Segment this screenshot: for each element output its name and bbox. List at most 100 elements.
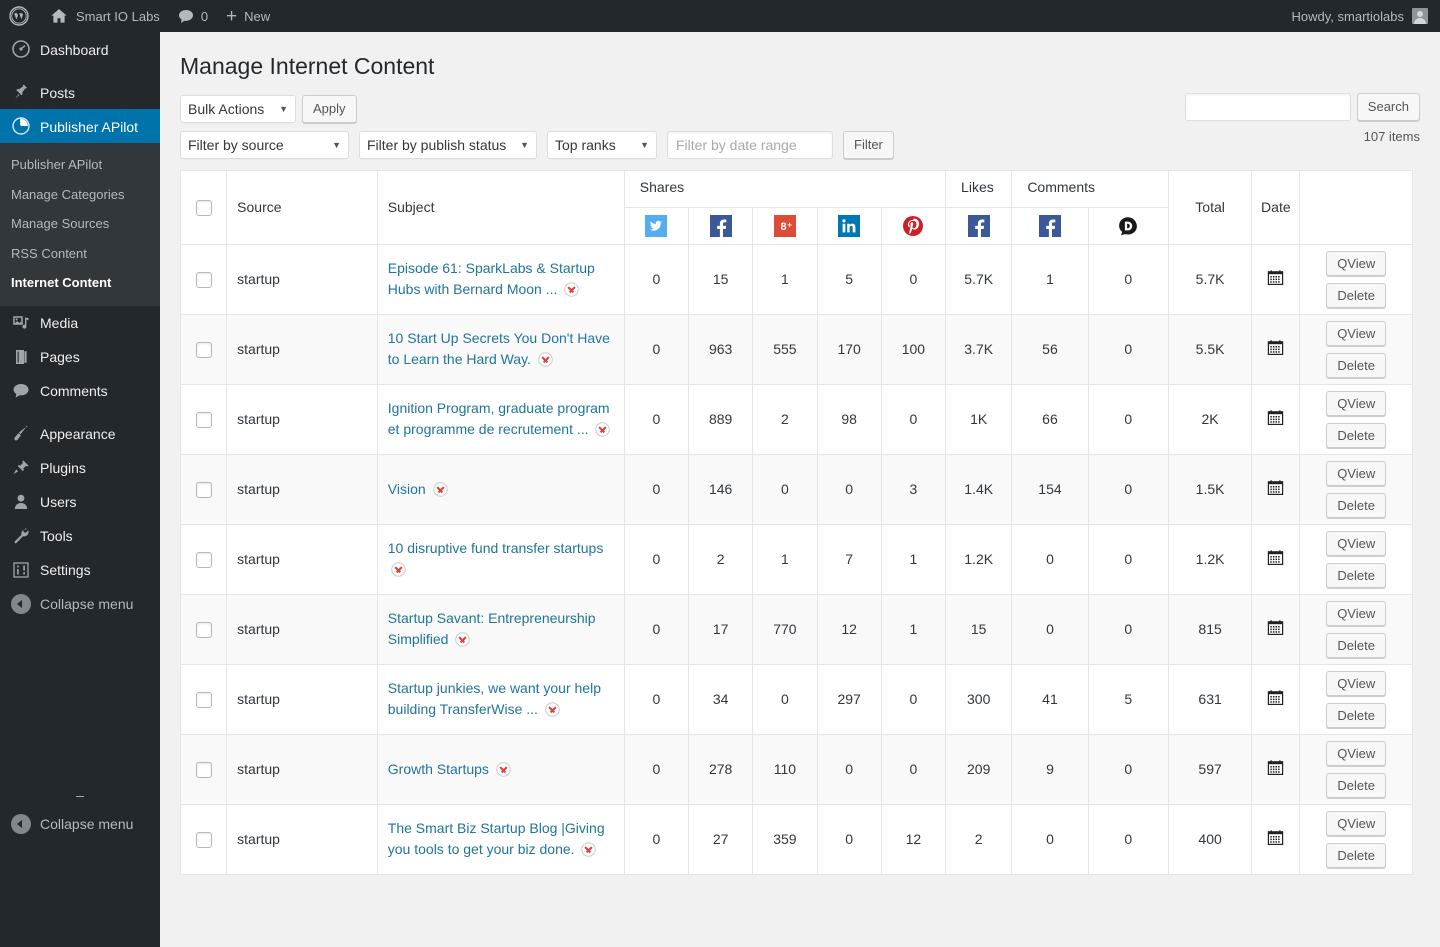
delete-button[interactable]: Delete bbox=[1326, 492, 1387, 518]
sidebar-item-dashboard[interactable]: Dashboard bbox=[0, 32, 160, 66]
delete-button[interactable]: Delete bbox=[1326, 632, 1387, 658]
subject-link[interactable]: The Smart Biz Startup Blog |Giving you t… bbox=[388, 820, 605, 857]
col-header-date[interactable]: Date bbox=[1251, 169, 1301, 245]
new-content-menu[interactable]: + New bbox=[217, 0, 279, 32]
sidebar-subitem-internet-content[interactable]: Internet Content bbox=[0, 268, 160, 298]
bulk-actions-select[interactable]: Bulk Actions bbox=[180, 94, 296, 123]
subject-link[interactable]: Ignition Program, graduate program et pr… bbox=[388, 400, 610, 437]
date-range-input[interactable] bbox=[667, 130, 833, 159]
remove-x-icon[interactable] bbox=[432, 482, 448, 497]
row-checkbox[interactable] bbox=[195, 692, 212, 709]
remove-x-icon[interactable] bbox=[545, 702, 560, 718]
sidebar-item-publisher-apilot[interactable]: Publisher APilot bbox=[0, 109, 168, 143]
delete-button[interactable]: Delete bbox=[1326, 772, 1387, 798]
col-header-total[interactable]: Total bbox=[1167, 169, 1253, 245]
sidebar-item-pages[interactable]: Pages bbox=[0, 340, 160, 374]
remove-x-icon[interactable] bbox=[391, 562, 406, 578]
remove-x-icon[interactable] bbox=[581, 842, 597, 858]
row-checkbox[interactable] bbox=[195, 342, 212, 359]
qview-button[interactable]: QView bbox=[1326, 460, 1387, 486]
remove-x-icon[interactable] bbox=[538, 352, 553, 368]
metric-header-facebook-likes[interactable] bbox=[945, 206, 1013, 245]
qview-button[interactable]: QView bbox=[1326, 530, 1387, 556]
calendar-icon[interactable] bbox=[1267, 479, 1284, 496]
calendar-icon[interactable] bbox=[1267, 409, 1284, 426]
remove-x-icon[interactable] bbox=[595, 422, 611, 438]
select-all-checkbox[interactable] bbox=[195, 200, 212, 217]
filter-source-select[interactable]: Filter by source bbox=[180, 130, 349, 159]
row-checkbox[interactable] bbox=[195, 552, 212, 569]
sidebar-item-comments[interactable]: Comments bbox=[0, 374, 160, 408]
sidebar-item-tools[interactable]: Tools bbox=[0, 519, 160, 553]
delete-button[interactable]: Delete bbox=[1326, 842, 1387, 868]
subject-link[interactable]: 10 disruptive fund transfer startups bbox=[388, 540, 604, 556]
metric-header-linkedin[interactable] bbox=[816, 206, 882, 245]
calendar-icon[interactable] bbox=[1267, 549, 1284, 566]
calendar-icon[interactable] bbox=[1267, 339, 1284, 356]
sidebar-subitem-publisher-apilot[interactable]: Publisher APilot bbox=[0, 150, 160, 180]
row-checkbox[interactable] bbox=[195, 762, 212, 779]
delete-button[interactable]: Delete bbox=[1326, 562, 1387, 588]
row-checkbox[interactable] bbox=[195, 832, 212, 849]
qview-button[interactable]: QView bbox=[1326, 600, 1387, 626]
sidebar-subitem-rss-content[interactable]: RSS Content bbox=[0, 239, 160, 269]
sidebar-subitem-manage-sources[interactable]: Manage Sources bbox=[0, 209, 160, 239]
subject-link[interactable]: Vision bbox=[388, 481, 426, 497]
remove-x-icon[interactable] bbox=[564, 282, 580, 298]
calendar-icon[interactable] bbox=[1267, 619, 1284, 636]
metric-header-facebook-shares[interactable] bbox=[687, 206, 754, 245]
metric-header-disqus[interactable] bbox=[1087, 206, 1169, 245]
calendar-icon[interactable] bbox=[1267, 689, 1284, 706]
row-checkbox[interactable] bbox=[195, 622, 212, 639]
delete-button[interactable]: Delete bbox=[1326, 422, 1387, 448]
remove-x-icon[interactable] bbox=[455, 632, 471, 648]
row-checkbox[interactable] bbox=[195, 412, 212, 429]
qview-button[interactable]: QView bbox=[1326, 740, 1387, 766]
sidebar-item-users[interactable]: Users bbox=[0, 485, 160, 519]
pie-chart-icon bbox=[12, 117, 30, 135]
delete-button[interactable]: Delete bbox=[1326, 702, 1387, 728]
subject-link[interactable]: Growth Startups bbox=[388, 761, 489, 777]
subject-link[interactable]: 10 Start Up Secrets You Don't Have to Le… bbox=[388, 330, 610, 367]
search-input[interactable] bbox=[1184, 92, 1351, 121]
col-header-subject[interactable]: Subject bbox=[376, 169, 625, 245]
row-checkbox[interactable] bbox=[195, 482, 212, 499]
metric-header-facebook-comments[interactable] bbox=[1011, 206, 1089, 245]
wp-logo-button[interactable] bbox=[0, 0, 40, 32]
qview-button[interactable]: QView bbox=[1326, 250, 1387, 276]
col-header-source[interactable]: Source bbox=[226, 169, 378, 245]
metric-header-twitter[interactable] bbox=[623, 206, 690, 245]
delete-button[interactable]: Delete bbox=[1326, 282, 1387, 308]
top-ranks-select[interactable]: Top ranks bbox=[547, 130, 657, 159]
site-name-menu[interactable]: Smart IO Labs bbox=[40, 0, 169, 32]
qview-button[interactable]: QView bbox=[1326, 810, 1387, 836]
metric-header-pinterest[interactable] bbox=[880, 206, 947, 245]
filter-button[interactable]: Filter bbox=[843, 130, 894, 159]
subject-link[interactable]: Startup Savant: Entrepreneurship Simplif… bbox=[388, 610, 596, 647]
my-account-menu[interactable]: Howdy, smartiolabs bbox=[1292, 8, 1440, 24]
remove-x-icon[interactable] bbox=[496, 762, 511, 777]
delete-button[interactable]: Delete bbox=[1326, 352, 1387, 378]
subject-link[interactable]: Startup junkies, we want your help build… bbox=[388, 680, 601, 717]
calendar-icon[interactable] bbox=[1267, 829, 1284, 846]
table-toolbar: Bulk Actions ▼ Apply Filter by source ▼ … bbox=[160, 88, 1440, 159]
sidebar-item-plugins[interactable]: Plugins bbox=[0, 451, 160, 485]
collapse-menu-button-top[interactable]: Collapse menu bbox=[0, 587, 160, 621]
comments-bubble-button[interactable]: 0 bbox=[169, 0, 217, 32]
sidebar-subitem-manage-categories[interactable]: Manage Categories bbox=[0, 180, 160, 210]
collapse-menu-button-bottom[interactable]: Collapse menu bbox=[0, 807, 160, 841]
filter-publish-status-select[interactable]: Filter by publish status bbox=[359, 130, 537, 159]
qview-button[interactable]: QView bbox=[1326, 670, 1387, 696]
sidebar-item-settings[interactable]: Settings bbox=[0, 553, 160, 587]
sidebar-item-posts[interactable]: Posts bbox=[0, 75, 160, 109]
sidebar-item-media[interactable]: Media bbox=[0, 306, 160, 340]
qview-button[interactable]: QView bbox=[1326, 320, 1387, 346]
apply-button[interactable]: Apply bbox=[302, 94, 357, 123]
sidebar-item-appearance[interactable]: Appearance bbox=[0, 417, 160, 451]
calendar-icon[interactable] bbox=[1267, 269, 1284, 286]
search-button[interactable]: Search bbox=[1356, 92, 1420, 121]
calendar-icon[interactable] bbox=[1267, 759, 1284, 776]
row-checkbox[interactable] bbox=[195, 272, 212, 289]
metric-header-googleplus[interactable]: 8 + bbox=[752, 206, 818, 245]
qview-button[interactable]: QView bbox=[1326, 390, 1387, 416]
